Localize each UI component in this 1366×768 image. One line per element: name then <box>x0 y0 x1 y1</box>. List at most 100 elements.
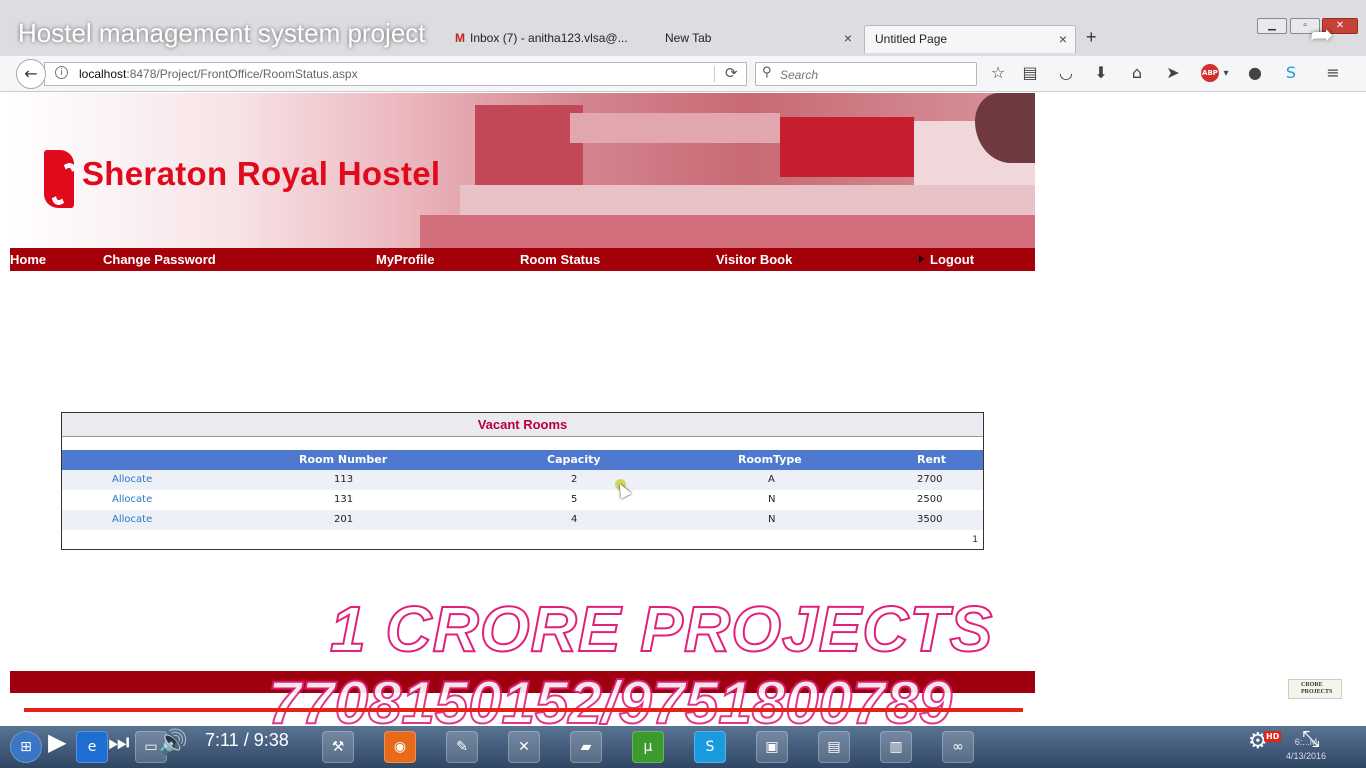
play-icon[interactable]: ▶ <box>48 728 66 756</box>
cell-room-type: N <box>768 514 776 525</box>
close-tab-icon[interactable]: × <box>1059 31 1067 47</box>
total-duration: 9:38 <box>253 730 289 750</box>
url-path: :8478/Project/FrontOffice/RoomStatus.asp… <box>126 67 358 81</box>
search-bar[interactable]: ⚲ <box>755 62 977 86</box>
tab-untitled-page-label: Untitled Page <box>875 32 948 46</box>
menu-my-profile[interactable]: MyProfile <box>376 252 435 267</box>
table-row: Allocate 201 4 N 3500 <box>62 510 983 530</box>
table-row: Allocate 113 2 A 2700 <box>62 470 983 490</box>
menu-arrow-icon <box>919 255 924 263</box>
channel-logo[interactable]: CRORE PROJECTS <box>1288 679 1342 699</box>
utorrent-icon[interactable]: µ <box>632 731 664 763</box>
cell-rent: 3500 <box>917 514 943 525</box>
header-banner: Sheraton Royal Hostel <box>10 93 1035 248</box>
next-icon[interactable]: ⏭ <box>108 728 130 756</box>
tab-untitled-page[interactable]: Untitled Page × <box>864 25 1076 53</box>
table-row: Allocate 131 5 N 2500 <box>62 490 983 510</box>
address-bar[interactable]: i localhost:8478/Project/FrontOffice/Roo… <box>44 62 747 86</box>
cell-capacity: 4 <box>571 514 578 525</box>
cell-room-type: A <box>768 474 775 485</box>
cell-room-number: 131 <box>334 494 354 505</box>
folder-icon[interactable]: ▰ <box>570 731 602 763</box>
url-text: localhost:8478/Project/FrontOffice/RoomS… <box>79 67 358 81</box>
firefox-icon[interactable]: ◉ <box>384 731 416 763</box>
site-info-icon[interactable]: i <box>55 66 68 79</box>
back-arrow-icon[interactable]: ← <box>16 59 46 89</box>
tab-new-tab-label: New Tab <box>665 31 712 45</box>
save-disk-icon[interactable]: ▤ <box>818 731 850 763</box>
column-header-capacity[interactable]: Capacity <box>547 453 601 466</box>
hd-badge: HD <box>1264 731 1282 742</box>
tools-icon[interactable]: ⚒ <box>322 731 354 763</box>
hostel-logo-icon <box>44 150 74 208</box>
allocate-link[interactable]: Allocate <box>112 514 152 525</box>
minimize-icon[interactable]: ▁ <box>1257 18 1287 34</box>
current-time: 7:11 <box>205 730 239 750</box>
volume-icon[interactable]: 🔊 <box>158 728 188 756</box>
windows-start-icon[interactable]: ⊞ <box>10 731 42 763</box>
grid-caption: Vacant Rooms <box>62 413 983 437</box>
skype-taskbar-icon[interactable]: S <box>694 731 726 763</box>
building-illustration <box>570 113 780 143</box>
url-host: localhost <box>79 67 127 81</box>
bookmark-star-icon[interactable]: ☆ <box>987 63 1009 82</box>
menu-room-status[interactable]: Room Status <box>520 252 600 267</box>
cell-rent: 2500 <box>917 494 943 505</box>
close-tab-icon[interactable]: × <box>844 30 852 46</box>
allocate-link[interactable]: Allocate <box>112 494 152 505</box>
home-icon[interactable]: ⌂ <box>1126 63 1148 82</box>
video-progress-bar[interactable] <box>24 708 1342 712</box>
chat-icon[interactable]: ● <box>1244 63 1266 82</box>
tab-inbox[interactable]: M Inbox (7) - anitha123.vlsa@... <box>445 25 650 53</box>
grid-pager-page[interactable]: 1 <box>972 535 978 545</box>
column-header-rent[interactable]: Rent <box>917 453 946 466</box>
menu-change-password[interactable]: Change Password <box>103 252 216 267</box>
cell-room-type: N <box>768 494 776 505</box>
building-illustration <box>780 117 914 177</box>
reload-icon[interactable]: ⟳ <box>725 64 738 82</box>
allocate-link[interactable]: Allocate <box>112 474 152 485</box>
remote-desktop-icon[interactable]: ▣ <box>756 731 788 763</box>
search-icon: ⚲ <box>762 65 772 80</box>
tab-inbox-label: Inbox (7) - anitha123.vlsa@... <box>470 31 628 45</box>
time-separator: / <box>238 730 254 750</box>
infinity-app-icon[interactable]: ∞ <box>942 731 974 763</box>
grid-header-row: Room Number Capacity RoomType Rent <box>62 450 983 470</box>
gmail-icon: M <box>455 31 465 45</box>
new-tab-plus-icon[interactable]: + <box>1086 27 1097 48</box>
vacant-rooms-grid: Vacant Rooms Room Number Capacity RoomTy… <box>61 412 984 550</box>
share-icon[interactable]: ➦ <box>1310 18 1333 51</box>
notes-icon[interactable]: ✎ <box>446 731 478 763</box>
menu-logout[interactable]: Logout <box>930 252 974 267</box>
cell-room-number: 113 <box>334 474 354 485</box>
internet-explorer-icon[interactable]: e <box>76 731 108 763</box>
url-divider <box>714 66 715 82</box>
brand-title: Sheraton Royal Hostel <box>82 155 441 192</box>
column-header-room-number[interactable]: Room Number <box>299 453 387 466</box>
search-input[interactable] <box>780 66 970 83</box>
video-progress-fill <box>24 708 1024 712</box>
pocket-icon[interactable]: ◡ <box>1055 63 1077 82</box>
send-icon[interactable]: ➤ <box>1162 63 1184 82</box>
column-header-room-type[interactable]: RoomType <box>738 453 802 466</box>
menu-home[interactable]: Home <box>10 252 46 267</box>
chevron-down-icon[interactable]: ▾ <box>1215 68 1237 79</box>
building-illustration <box>460 185 1035 215</box>
menu-visitor-book[interactable]: Visitor Book <box>716 252 792 267</box>
video-title[interactable]: Hostel management system project <box>18 18 426 49</box>
hamburger-menu-icon[interactable]: ≡ <box>1322 63 1344 82</box>
building-illustration <box>420 215 1035 248</box>
archive-icon[interactable]: ▥ <box>880 731 912 763</box>
cell-capacity: 2 <box>571 474 578 485</box>
watermark-company: 1 CRORE PROJECTS <box>329 592 994 666</box>
tab-new-tab[interactable]: New Tab × <box>655 25 860 53</box>
reading-list-icon[interactable]: ▤ <box>1019 63 1041 82</box>
cell-rent: 2700 <box>917 474 943 485</box>
exit-fullscreen-icon[interactable]: ⤡ <box>1302 727 1320 752</box>
cell-room-number: 201 <box>334 514 354 525</box>
visual-studio-icon[interactable]: ✕ <box>508 731 540 763</box>
main-menu: Home Change Password MyProfile Room Stat… <box>10 248 1035 271</box>
cell-capacity: 5 <box>571 494 578 505</box>
download-icon[interactable]: ⬇ <box>1090 63 1112 82</box>
skype-icon[interactable]: S <box>1280 63 1302 82</box>
